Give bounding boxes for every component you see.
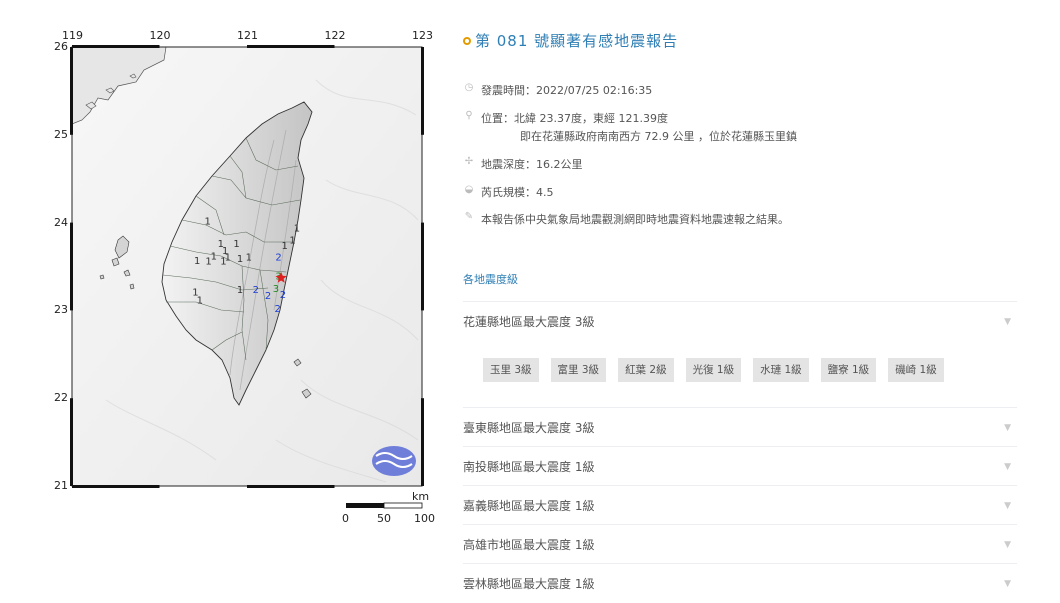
county-label: 雲林縣地區最大震度 1級 [463,577,595,591]
chevron-down-icon: ▼ [1004,500,1011,511]
lat-tick-label: 21 [54,479,68,492]
intensity-mark: 1 [204,216,210,227]
scale-label-100: 100 [414,512,435,525]
intensity-mark: 2 [253,285,259,296]
scale-unit-label: km [412,490,430,503]
chevron-down-icon: ▼ [1004,422,1011,433]
time-row: ◷ 發震時間：2022/07/25 02:16:35 [463,82,653,98]
lat-tick-label: 24 [54,215,68,229]
intensity-mark: 1 [237,285,243,296]
county-row-yunlin[interactable]: 雲林縣地區最大震度 1級 ▼ [463,563,1017,603]
intensity-mark: 3 [273,284,279,295]
location-detail: 即在花蓮縣政府南南西方 72.9 公里 ，位於花蓮縣玉里鎮 [520,130,797,143]
intensity-mark: 1 [289,236,295,247]
intensity-mark: 1 [294,223,300,234]
county-label: 臺東縣地區最大震度 3級 [463,421,595,435]
chevron-down-icon: ▼ [1004,539,1011,550]
note-text: 本報告係中央氣象局地震觀測網即時地震資料地震速報之結果。 [481,213,789,226]
county-label: 嘉義縣地區最大震度 1級 [463,499,595,513]
map-canvas: 111111111111111112222233 [70,45,424,509]
intensity-mark: 1 [211,251,217,262]
station-chip: 鹽寮 1級 [820,358,877,382]
lon-tick-label: 123 [412,29,433,42]
station-chip: 紅葉 2級 [618,358,674,382]
county-row-chiayi[interactable]: 嘉義縣地區最大震度 1級 ▼ [463,485,1017,525]
intensity-mark: 2 [265,291,271,302]
chevron-down-icon: ▼ [1004,578,1011,589]
frame-tick-bar [247,485,335,488]
county-row-kaohsiung[interactable]: 高雄市地區最大震度 1級 ▼ [463,524,1017,564]
frame-tick-bar [70,398,73,486]
lon-tick-label: 120 [149,29,171,42]
lat-tick-label: 26 [54,40,68,53]
intensity-mark: 1 [237,254,243,265]
title-bullet-icon [463,36,471,45]
time-text: 發震時間：2022/07/25 02:16:35 [481,84,653,97]
clock-icon: ◷ [464,82,474,93]
county-label: 高雄市地區最大震度 1級 [463,538,595,552]
county-row-hualien[interactable]: 花蓮縣地區最大震度 3級 ▼ [463,301,1017,341]
station-chip: 光復 1級 [685,358,742,382]
location-row: ⚲ 位置：北緯 23.37度，東經 121.39度 [463,110,668,126]
scale-bar [346,502,423,509]
station-chip: 富里 3級 [550,358,607,382]
note-row: ✎ 本報告係中央氣象局地震觀測網即時地震資料地震速報之結果。 [463,211,789,227]
location-pin-icon: ⚲ [465,110,473,121]
county-row-nantou[interactable]: 南投縣地區最大震度 1級 ▼ [463,446,1017,486]
intensity-mark: 1 [233,239,239,250]
station-chip: 磯崎 1級 [888,358,944,382]
earthquake-intensity-map: 111111111111111112222233 119120121122123… [46,20,446,540]
scale-label-0: 0 [342,512,349,525]
frame-tick-bar [421,398,424,486]
frame-tick-bar [70,222,73,311]
intensity-mark: 1 [194,256,200,267]
lat-tick-label: 22 [54,391,68,405]
county-label: 花蓮縣地區最大震度 3級 [463,315,595,329]
cwb-logo [372,446,416,476]
frame-tick-bar [72,485,160,488]
lon-tick-label: 121 [237,29,258,42]
magnitude-text: 芮氏規模：4.5 [481,186,554,199]
intensity-mark: 2 [275,252,281,263]
intensity-mark: 1 [281,241,287,252]
lon-tick-label: 122 [324,29,346,42]
depth-icon: ✢ [464,156,474,167]
station-chip: 玉里 3級 [483,358,539,382]
intensity-mark: 1 [246,252,252,263]
county-row-taitung[interactable]: 臺東縣地區最大震度 3級 ▼ [463,407,1017,447]
intensity-mark: 2 [274,304,280,315]
report-title: 第 081 號顯著有感地震報告 [463,30,678,51]
chevron-down-icon: ▼ [1004,316,1011,327]
county-label: 南投縣地區最大震度 1級 [463,460,595,474]
scale-label-50: 50 [377,512,391,525]
magnitude-icon: ◒ [464,184,474,195]
report-panel: 第 081 號顯著有感地震報告 ◷ 發震時間：2022/07/25 02:16:… [463,0,1017,596]
location-text: 位置：北緯 23.37度，東經 121.39度 [481,112,668,125]
lat-tick-label: 25 [54,127,68,141]
pencil-icon: ✎ [464,211,474,222]
intensity-mark: 1 [225,252,231,263]
chevron-down-icon: ▼ [1004,461,1011,472]
station-chip-list: 玉里 3級 富里 3級 紅葉 2級 光復 1級 水璉 1級 鹽寮 1級 磯崎 1… [483,358,944,382]
frame-tick-bar [247,45,335,48]
intensity-section-title: 各地震度級 [463,273,518,286]
magnitude-row: ◒ 芮氏規模：4.5 [463,184,554,200]
intensity-mark: 1 [197,295,203,306]
frame-tick-bar [421,47,424,135]
depth-text: 地震深度：16.2公里 [481,158,583,171]
frame-tick-bar [421,222,424,311]
station-chip: 水璉 1級 [753,358,809,382]
lat-tick-label: 23 [54,303,68,317]
intensity-mark: 2 [280,290,286,301]
frame-tick-bar [72,45,160,48]
depth-row: ✢ 地震深度：16.2公里 [463,156,583,172]
frame-tick-bar [70,47,73,135]
report-title-text: 第 081 號顯著有感地震報告 [475,32,679,50]
